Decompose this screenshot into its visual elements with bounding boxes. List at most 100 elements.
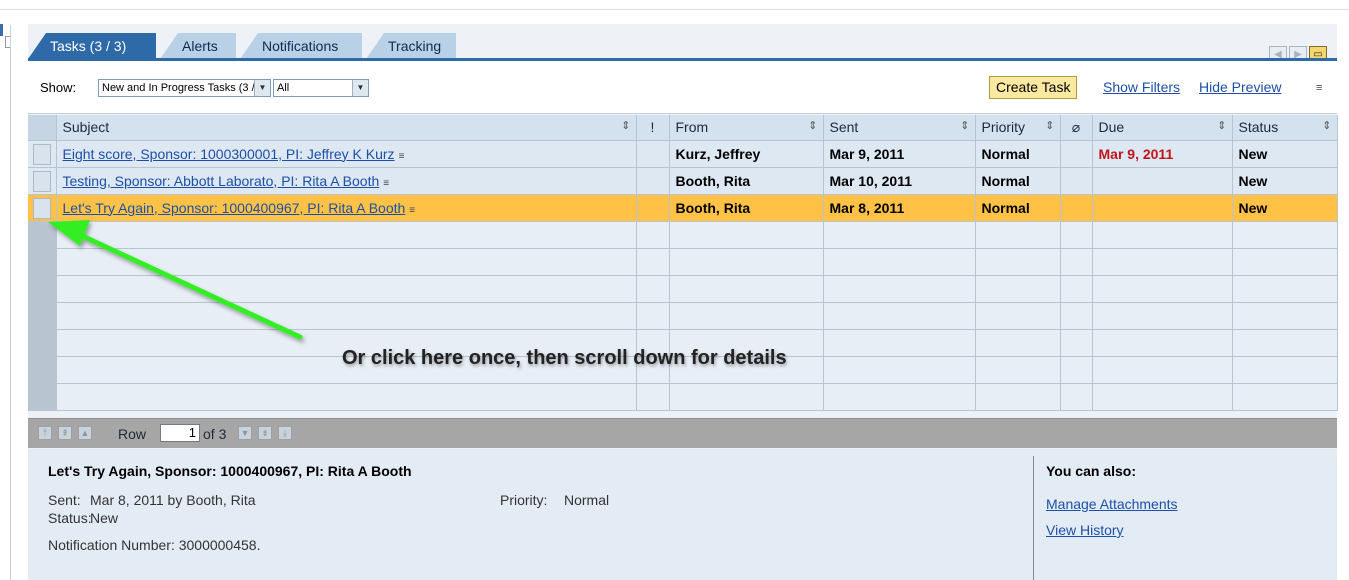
importance-cell xyxy=(636,167,670,195)
table-row-selected[interactable]: Let's Try Again, Sponsor: 1000400967, PI… xyxy=(28,194,1338,222)
subject-link[interactable]: Let's Try Again, Sponsor: 1000400967, PI… xyxy=(63,200,406,216)
column-priority[interactable]: Priority ⇕ xyxy=(975,115,1061,141)
tab-tasks[interactable]: Tasks (3 / 3) xyxy=(28,33,156,59)
create-task-button[interactable]: Create Task xyxy=(989,76,1078,99)
tab-tracking[interactable]: Tracking xyxy=(366,33,456,59)
preview-sent-label: Sent: xyxy=(48,492,81,508)
column-priority-label: Priority xyxy=(981,119,1026,136)
column-subject-label: Subject xyxy=(62,119,110,136)
select-all-cell[interactable] xyxy=(28,115,57,141)
menu-icon[interactable]: ≡ xyxy=(399,151,405,162)
priority-cell: Normal xyxy=(975,167,1061,195)
row-label: Row xyxy=(118,426,147,442)
chevron-down-icon[interactable]: ▼ xyxy=(254,80,270,96)
subject-cell[interactable]: Let's Try Again, Sponsor: 1000400967, PI… xyxy=(56,194,637,222)
next-row-icon[interactable]: ▼ xyxy=(238,426,252,440)
menu-icon[interactable]: ≡ xyxy=(1316,82,1322,94)
table-row[interactable]: Eight score, Sponsor: 1000300001, PI: Je… xyxy=(28,140,1338,168)
tab-notifications-label: Notifications xyxy=(262,38,339,54)
menu-icon[interactable]: ≡ xyxy=(409,205,415,216)
tab-notifications[interactable]: Notifications xyxy=(240,33,362,59)
from-cell: Booth, Rita xyxy=(669,194,824,222)
column-status[interactable]: Status ⇕ xyxy=(1232,115,1338,141)
column-from[interactable]: From ⇕ xyxy=(669,115,824,141)
menu-icon[interactable]: ≡ xyxy=(383,178,389,189)
column-due-label: Due xyxy=(1098,119,1125,136)
subject-cell[interactable]: Eight score, Sponsor: 1000300001, PI: Je… xyxy=(56,140,637,168)
due-cell xyxy=(1092,194,1233,222)
sort-icon[interactable]: ⇕ xyxy=(808,119,817,132)
hide-preview-link[interactable]: Hide Preview xyxy=(1199,79,1281,95)
priority-cell: Normal xyxy=(975,140,1061,168)
tab-tracking-label: Tracking xyxy=(388,38,442,54)
from-cell: Booth, Rita xyxy=(669,167,824,195)
tab-alerts[interactable]: Alerts xyxy=(160,33,236,59)
column-sent-label: Sent xyxy=(829,119,859,136)
left-edge-marker xyxy=(0,24,3,36)
row-count-label: of 3 xyxy=(203,426,227,442)
sort-icon[interactable]: ⇕ xyxy=(1045,119,1054,132)
table-header: Subject ⇕ ! From ⇕ Sent ⇕ Priority ⇕ ⌀ Due ⇕ … xyxy=(28,115,1338,141)
show-label: Show: xyxy=(40,80,77,95)
column-status-label: Status xyxy=(1238,119,1279,136)
subject-cell[interactable]: Testing, Sponsor: Abbott Laborato, PI: R… xyxy=(56,167,637,195)
sort-icon[interactable]: ⇕ xyxy=(1322,119,1331,132)
row-number-input[interactable]: 1 xyxy=(160,424,200,442)
status-cell: New xyxy=(1232,194,1338,222)
preview-priority-label: Priority: xyxy=(500,492,548,508)
task-filter-value: New and In Progress Tasks (3 / 3) xyxy=(102,82,268,94)
table-pager: ⤒ ⇞ ▲ Row 1 of 3 ▼ ⇟ ⤓ xyxy=(28,418,1337,448)
page-down-icon[interactable]: ⇟ xyxy=(258,426,272,440)
sent-cell: Mar 8, 2011 xyxy=(823,194,976,222)
column-sent[interactable]: Sent ⇕ xyxy=(823,115,976,141)
view-history-link[interactable]: View History xyxy=(1046,522,1124,538)
tab-tasks-label: Tasks (3 / 3) xyxy=(50,38,127,54)
empty-row xyxy=(28,248,1338,276)
attachment-cell xyxy=(1060,194,1093,222)
status-cell: New xyxy=(1232,140,1338,168)
last-page-icon[interactable]: ⤓ xyxy=(278,426,292,440)
sort-icon[interactable]: ⇕ xyxy=(1217,119,1226,132)
preview-sent-value: Mar 8, 2011 by Booth, Rita xyxy=(90,492,256,508)
due-cell xyxy=(1092,167,1233,195)
annotation-text: Or click here once, then scroll down for… xyxy=(342,347,787,369)
left-edge-line xyxy=(10,25,11,580)
preview-pane: Let's Try Again, Sponsor: 1000400967, PI… xyxy=(28,449,1337,580)
sort-icon[interactable]: ⇕ xyxy=(960,119,969,132)
row-selector[interactable] xyxy=(28,167,57,195)
priority-cell: Normal xyxy=(975,194,1061,222)
column-due[interactable]: Due ⇕ xyxy=(1092,115,1233,141)
column-subject[interactable]: Subject ⇕ xyxy=(56,115,637,141)
table-row[interactable]: Testing, Sponsor: Abbott Laborato, PI: R… xyxy=(28,167,1338,195)
paperclip-icon: ⌀ xyxy=(1071,118,1081,135)
row-selector[interactable] xyxy=(28,140,57,168)
empty-row xyxy=(28,221,1338,249)
previous-row-icon[interactable]: ▲ xyxy=(78,426,92,440)
also-heading: You can also: xyxy=(1046,463,1136,479)
row-selector[interactable] xyxy=(28,194,57,222)
column-importance-label: ! xyxy=(650,119,655,136)
sort-icon[interactable]: ⇕ xyxy=(621,119,630,132)
filter-bar: Show: New and In Progress Tasks (3 / 3) … xyxy=(28,61,1337,114)
scope-select[interactable]: All ▼ xyxy=(273,79,369,97)
scope-value: All xyxy=(277,82,290,94)
sent-cell: Mar 10, 2011 xyxy=(823,167,976,195)
column-importance[interactable]: ! xyxy=(636,115,670,141)
status-cell: New xyxy=(1232,167,1338,195)
preview-status-label: Status: xyxy=(48,510,92,526)
task-filter-select[interactable]: New and In Progress Tasks (3 / 3) ▼ xyxy=(98,79,271,97)
manage-attachments-link[interactable]: Manage Attachments xyxy=(1046,496,1178,512)
page-up-icon[interactable]: ⇞ xyxy=(58,426,72,440)
chevron-down-icon[interactable]: ▼ xyxy=(352,80,368,96)
empty-row xyxy=(28,383,1338,411)
importance-cell xyxy=(636,140,670,168)
column-attachment[interactable]: ⌀ xyxy=(1060,115,1093,141)
attachment-cell xyxy=(1060,167,1093,195)
show-filters-link[interactable]: Show Filters xyxy=(1103,79,1180,95)
subject-link[interactable]: Eight score, Sponsor: 1000300001, PI: Je… xyxy=(63,146,395,162)
attachment-cell xyxy=(1060,140,1093,168)
preview-notification-number: Notification Number: 3000000458. xyxy=(48,537,261,553)
subject-link[interactable]: Testing, Sponsor: Abbott Laborato, PI: R… xyxy=(63,173,380,189)
preview-title: Let's Try Again, Sponsor: 1000400967, PI… xyxy=(48,463,412,479)
first-page-icon[interactable]: ⤒ xyxy=(38,426,52,440)
